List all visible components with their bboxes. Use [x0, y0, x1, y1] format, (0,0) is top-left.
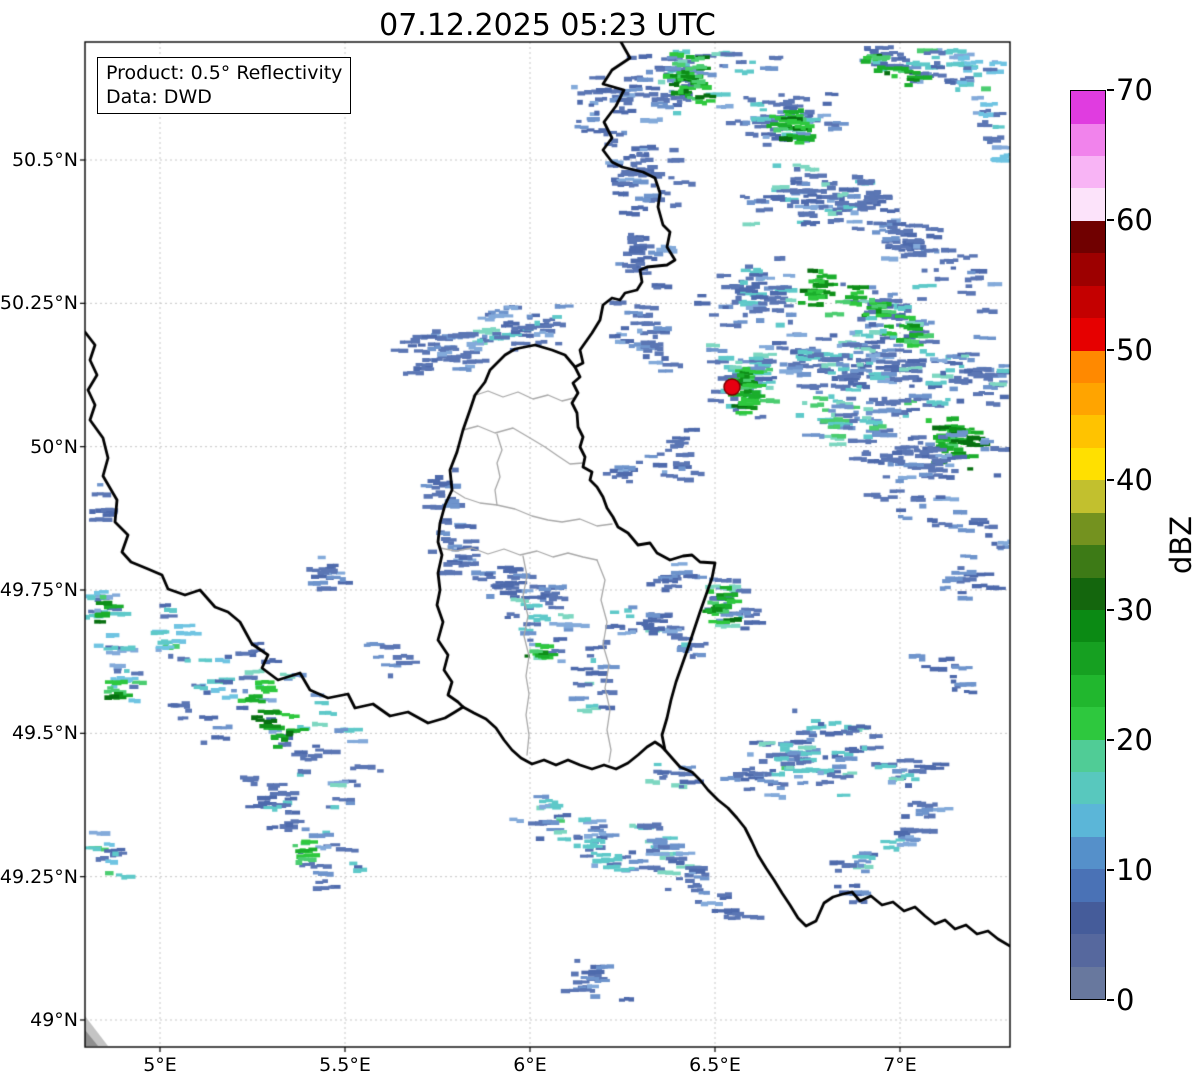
y-tick-label: 50.25°N: [0, 292, 78, 315]
plot-title: 07.12.2025 05:23 UTC: [379, 8, 716, 43]
colorbar-tick-label: 50: [1116, 333, 1153, 367]
colorbar-band: [1071, 707, 1105, 740]
colorbar-band: [1071, 836, 1105, 870]
x-tick-label: 5.5°E: [319, 1054, 371, 1076]
colorbar-band: [1071, 901, 1105, 935]
colorbar-band: [1071, 382, 1105, 416]
colorbar-band: [1071, 415, 1105, 448]
x-tick-label: 5°E: [143, 1054, 177, 1076]
colorbar-band: [1071, 739, 1105, 773]
colorbar-tick-label: 40: [1116, 463, 1153, 497]
colorbar-tick-label: 60: [1116, 203, 1153, 237]
colorbar-band: [1071, 804, 1105, 837]
colorbar-tick-label: 10: [1116, 853, 1153, 887]
colorbar-band: [1071, 512, 1105, 546]
radar-map-canvas: [0, 0, 1202, 1081]
colorbar-tick-label: 0: [1116, 983, 1135, 1017]
product-annotation: Product: 0.5° Reflectivity Data: DWD: [97, 57, 352, 114]
x-tick-label: 6°E: [513, 1054, 547, 1076]
colorbar-band: [1071, 447, 1105, 481]
y-tick-label: 50°N: [30, 435, 78, 458]
colorbar-band: [1071, 869, 1105, 902]
y-tick-label: 49.75°N: [0, 578, 78, 601]
colorbar-tick-mark: [1107, 89, 1114, 91]
colorbar-band: [1071, 318, 1105, 351]
colorbar-tick-mark: [1107, 479, 1114, 481]
colorbar-band: [1071, 772, 1105, 805]
colorbar-band: [1071, 156, 1105, 189]
colorbar-axis-label: dBZ: [1164, 515, 1199, 575]
colorbar-band: [1071, 188, 1105, 221]
colorbar-tick-label: 20: [1116, 723, 1153, 757]
x-tick-label: 6.5°E: [689, 1054, 741, 1076]
colorbar-band: [1071, 91, 1105, 124]
y-tick-label: 49°N: [30, 1008, 78, 1031]
data-source-line: Data: DWD: [106, 86, 212, 108]
colorbar-tick-mark: [1107, 349, 1114, 351]
colorbar-tick-mark: [1107, 739, 1114, 741]
colorbar-band: [1071, 609, 1105, 643]
radar-figure: 07.12.2025 05:23 UTC Product: 0.5° Refle…: [0, 0, 1202, 1081]
colorbar-tick-label: 30: [1116, 593, 1153, 627]
colorbar-band: [1071, 253, 1105, 286]
colorbar-tick-label: 70: [1116, 73, 1153, 107]
y-tick-label: 50.5°N: [11, 149, 78, 171]
colorbar-tick-mark: [1107, 869, 1114, 871]
colorbar-band: [1071, 966, 1105, 999]
y-tick-label: 49.5°N: [11, 722, 78, 745]
colorbar: [1070, 90, 1106, 1000]
colorbar-band: [1071, 220, 1105, 254]
colorbar-band: [1071, 285, 1105, 319]
colorbar-tick-mark: [1107, 999, 1114, 1001]
colorbar-band: [1071, 577, 1105, 610]
colorbar-band: [1071, 642, 1105, 675]
x-tick-label: 7°E: [883, 1054, 917, 1076]
colorbar-band: [1071, 123, 1105, 157]
colorbar-tick-mark: [1107, 609, 1114, 611]
colorbar-band: [1071, 674, 1105, 708]
product-line: Product: 0.5° Reflectivity: [106, 62, 343, 84]
colorbar-band: [1071, 934, 1105, 967]
colorbar-band: [1071, 480, 1105, 513]
colorbar-band: [1071, 350, 1105, 383]
colorbar-tick-mark: [1107, 219, 1114, 221]
y-tick-label: 49.25°N: [0, 865, 78, 888]
colorbar-band: [1071, 545, 1105, 578]
